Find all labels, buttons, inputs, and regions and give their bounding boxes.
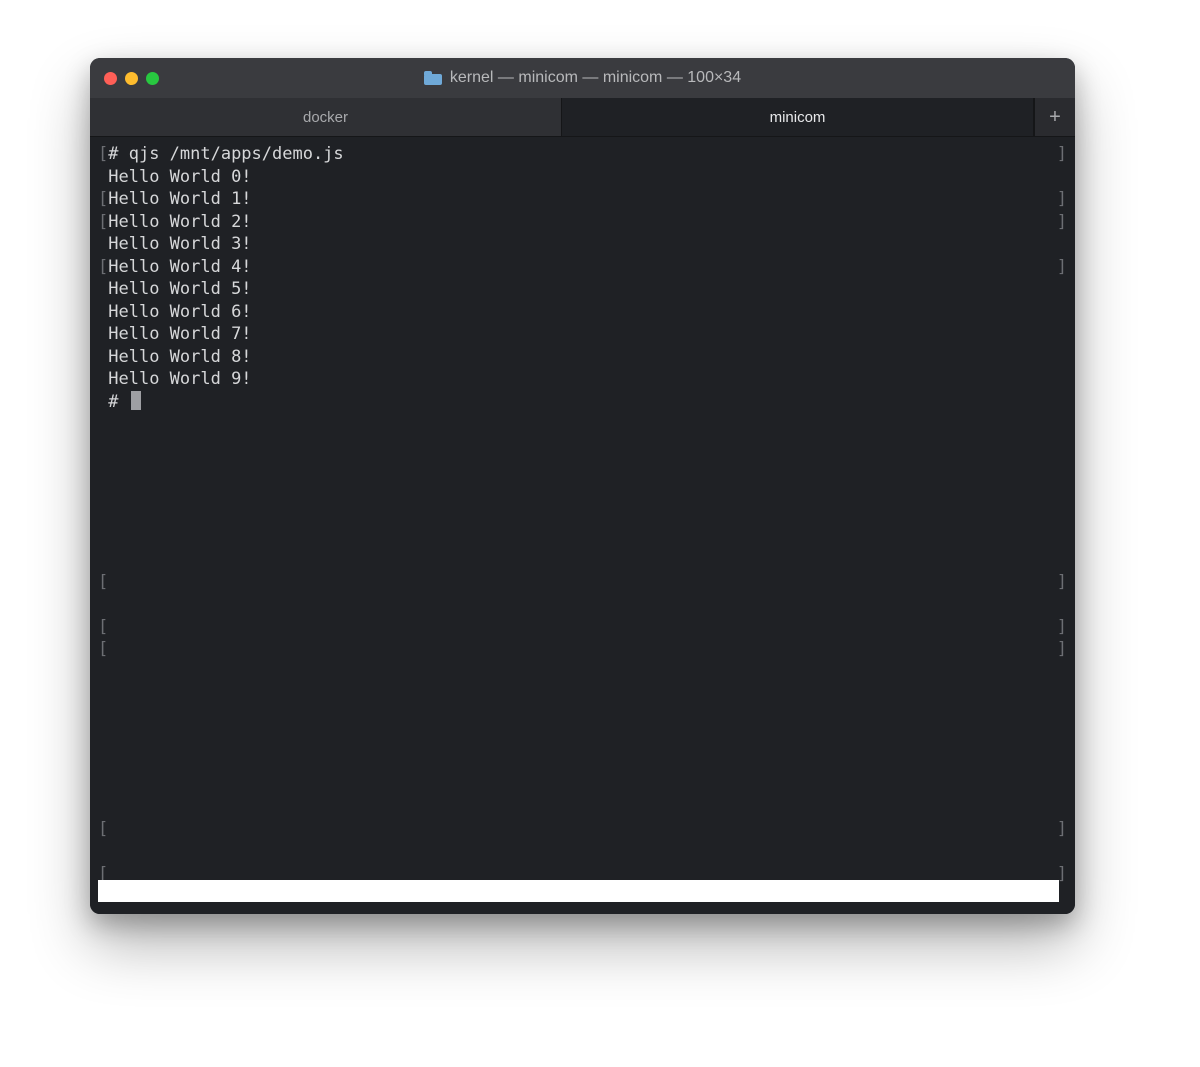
terminal-line-text: Hello World 7! — [108, 323, 251, 346]
terminal-row: [] — [98, 661, 1067, 684]
terminal-row: [Hello World 2!] — [98, 211, 1067, 234]
terminal-line-text: # — [108, 391, 140, 414]
window-title-text: kernel — minicom — minicom — 100×34 — [450, 69, 741, 87]
terminal-line-text: Hello World 3! — [108, 233, 251, 256]
terminal-row: [# qjs /mnt/apps/demo.js] — [98, 143, 1067, 166]
row-right-bracket: ] — [1057, 616, 1067, 639]
tab-label: docker — [303, 109, 348, 126]
terminal-row: [] — [98, 548, 1067, 571]
terminal-row: [] — [98, 706, 1067, 729]
row-left-bracket: [ — [98, 616, 108, 639]
terminal-line-text: Hello World 1! — [108, 188, 251, 211]
terminal-row: [Hello World 3!] — [98, 233, 1067, 256]
terminal-row: [Hello World 9!] — [98, 368, 1067, 391]
row-right-bracket: ] — [1057, 638, 1067, 661]
row-left-bracket: [ — [98, 571, 108, 594]
terminal-row: [] — [98, 616, 1067, 639]
minimize-button[interactable] — [125, 72, 138, 85]
terminal-row: [] — [98, 751, 1067, 774]
folder-icon — [424, 71, 442, 85]
terminal-row: [] — [98, 593, 1067, 616]
row-right-bracket: ] — [1057, 188, 1067, 211]
terminal-row: [] — [98, 773, 1067, 796]
row-right-bracket: ] — [1057, 211, 1067, 234]
row-left-bracket: [ — [98, 818, 108, 841]
tab-docker[interactable]: docker — [90, 98, 562, 136]
terminal-row: [] — [98, 818, 1067, 841]
new-tab-button[interactable]: + — [1034, 98, 1075, 136]
terminal-content: [# qjs /mnt/apps/demo.js][Hello World 0!… — [98, 143, 1067, 914]
terminal-line-text: Hello World 9! — [108, 368, 251, 391]
terminal-row: [] — [98, 503, 1067, 526]
close-button[interactable] — [104, 72, 117, 85]
terminal-row: [] — [98, 458, 1067, 481]
row-left-bracket: [ — [98, 638, 108, 661]
terminal-line-text: # qjs /mnt/apps/demo.js — [108, 143, 343, 166]
terminal-row: [] — [98, 481, 1067, 504]
terminal-row: [] — [98, 796, 1067, 819]
terminal-row: [Hello World 5!] — [98, 278, 1067, 301]
row-left-bracket: [ — [98, 256, 108, 279]
terminal-line-text: Hello World 0! — [108, 166, 251, 189]
terminal-row: [Hello World 4!] — [98, 256, 1067, 279]
row-left-bracket: [ — [98, 211, 108, 234]
titlebar: kernel — minicom — minicom — 100×34 — [90, 58, 1075, 98]
terminal-row: [] — [98, 526, 1067, 549]
minicom-status-bar: Meta-Z for help | 115200 8N1 | NOR | Min… — [98, 880, 1059, 902]
terminal-cursor — [131, 391, 141, 410]
tab-label: minicom — [770, 109, 826, 126]
terminal-line-text: Hello World 2! — [108, 211, 251, 234]
zoom-button[interactable] — [146, 72, 159, 85]
terminal-line-text: Hello World 6! — [108, 301, 251, 324]
terminal-prompt-row: [# ] — [98, 391, 1067, 414]
tab-bar: docker minicom + — [90, 98, 1075, 137]
row-left-bracket: [ — [98, 143, 108, 166]
row-right-bracket: ] — [1057, 571, 1067, 594]
terminal-row: [Hello World 1!] — [98, 188, 1067, 211]
terminal-row: [Hello World 7!] — [98, 323, 1067, 346]
row-right-bracket: ] — [1057, 818, 1067, 841]
row-left-bracket: [ — [98, 188, 108, 211]
window-title: kernel — minicom — minicom — 100×34 — [90, 69, 1075, 87]
terminal-line-text: Hello World 4! — [108, 256, 251, 279]
terminal-row: [] — [98, 728, 1067, 751]
row-right-bracket: ] — [1057, 256, 1067, 279]
row-right-bracket: ] — [1057, 143, 1067, 166]
terminal-row: [] — [98, 413, 1067, 436]
terminal-row: [Hello World 8!] — [98, 346, 1067, 369]
terminal-row: [] — [98, 436, 1067, 459]
terminal-row: [Hello World 0!] — [98, 166, 1067, 189]
terminal-row: [] — [98, 841, 1067, 864]
terminal-row: [] — [98, 571, 1067, 594]
window-controls — [90, 72, 159, 85]
tab-minicom[interactable]: minicom — [562, 98, 1034, 136]
terminal-window: kernel — minicom — minicom — 100×34 dock… — [90, 58, 1075, 914]
terminal-row: [Hello World 6!] — [98, 301, 1067, 324]
terminal-line-text: Hello World 5! — [108, 278, 251, 301]
terminal-viewport[interactable]: [# qjs /mnt/apps/demo.js][Hello World 0!… — [90, 137, 1075, 914]
terminal-row: [] — [98, 638, 1067, 661]
terminal-row: [] — [98, 683, 1067, 706]
plus-icon: + — [1049, 106, 1061, 129]
terminal-line-text: Hello World 8! — [108, 346, 251, 369]
